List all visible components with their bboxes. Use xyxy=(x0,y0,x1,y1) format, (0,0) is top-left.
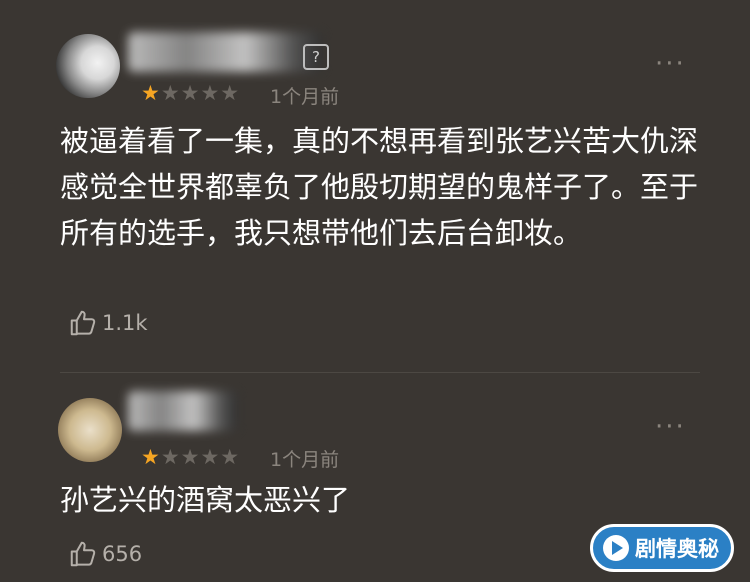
thumbs-up-icon xyxy=(70,310,96,336)
star-empty: ★★★★ xyxy=(160,81,241,105)
thumbs-up-icon xyxy=(70,541,96,567)
comment-time: 1个月前 xyxy=(270,86,340,108)
question-mark-icon: ? xyxy=(303,44,329,70)
watermark-label: 剧情奥秘 xyxy=(635,537,719,561)
comment-text: 孙艺兴的酒窝太恶兴了 xyxy=(60,483,351,517)
avatar[interactable] xyxy=(56,34,120,98)
like-button[interactable]: 1.1k xyxy=(68,308,148,338)
star-empty: ★★★★ xyxy=(160,445,241,469)
comment-time: 1个月前 xyxy=(270,449,340,471)
like-count: 1.1k xyxy=(102,311,148,335)
comment-card: ? ★★★★★ 1个月前 ··· 被逼着看了一集，真的不想再看到张艺兴苦大仇深感… xyxy=(0,0,750,372)
star-filled: ★ xyxy=(141,81,161,105)
more-options-button[interactable]: ··· xyxy=(655,414,686,440)
more-options-button[interactable]: ··· xyxy=(655,51,686,77)
blurred-username[interactable] xyxy=(128,32,323,72)
blurred-username[interactable] xyxy=(128,391,238,431)
star-filled: ★ xyxy=(141,445,161,469)
like-button[interactable]: 656 xyxy=(68,539,142,569)
avatar[interactable] xyxy=(58,398,122,462)
watermark-badge: 剧情奥秘 xyxy=(590,524,734,572)
like-count: 656 xyxy=(102,542,143,566)
star-rating: ★★★★★ xyxy=(141,446,240,468)
play-icon xyxy=(603,535,629,561)
star-rating: ★★★★★ xyxy=(141,82,240,104)
comment-text: 被逼着看了一集，真的不想再看到张艺兴苦大仇深感觉全世界都辜负了他殷切期望的鬼样子… xyxy=(60,124,699,250)
